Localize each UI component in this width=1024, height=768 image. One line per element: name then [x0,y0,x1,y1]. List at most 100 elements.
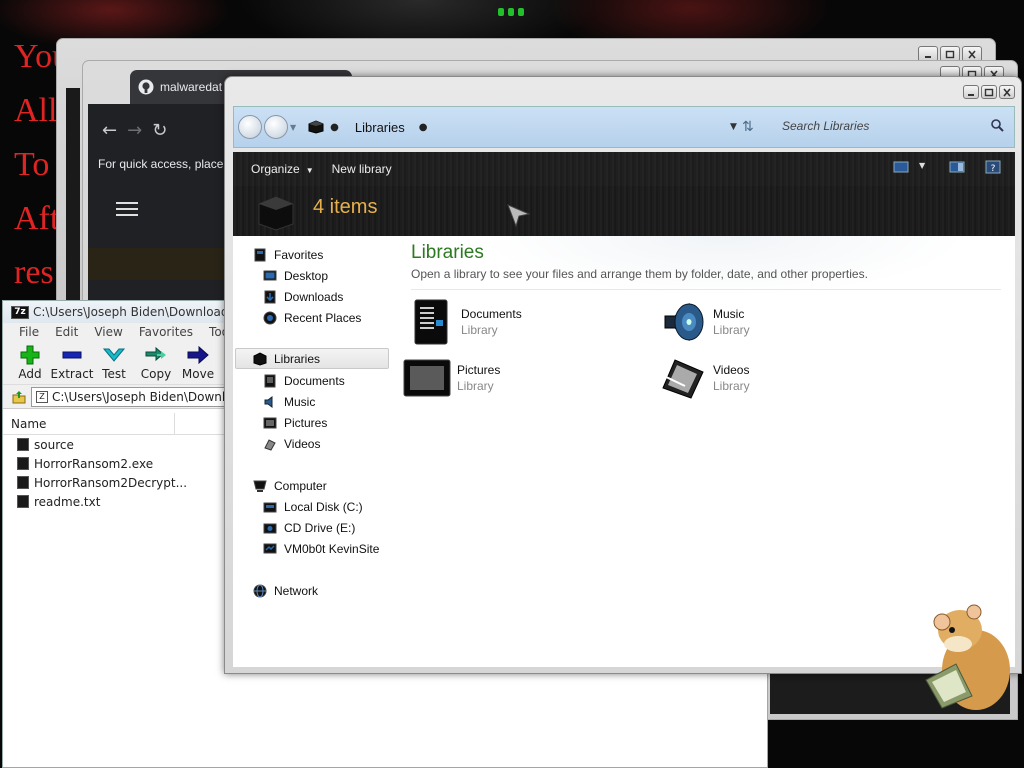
forward-button[interactable] [264,115,288,139]
explorer-body: Favorites Desktop Downloads Recent Place… [233,236,1015,667]
nav-libraries[interactable]: Libraries [235,348,389,369]
menu-file[interactable]: File [11,323,47,341]
svg-text:?: ? [991,164,996,174]
nav-cd-drive[interactable]: CD Drive (E:) [263,517,355,538]
menu-favorites[interactable]: Favorites [131,323,201,341]
network-drive-icon [263,543,277,553]
exe-file-icon [17,476,29,489]
change-view-icon[interactable] [893,160,909,174]
nav-recent-places-label: Recent Places [284,310,362,325]
pictures-frame-icon [403,359,451,397]
archive-icon: Z [36,390,48,403]
copy-button[interactable]: Copy [135,341,177,384]
minimize-button[interactable] [963,85,979,99]
item-count: 4 items [313,196,378,218]
nav-videos[interactable]: Videos [263,433,320,454]
breadcrumb-separator[interactable]: ● [330,122,339,133]
divider [411,289,1001,290]
breadcrumb-separator[interactable]: ● [419,122,428,133]
mouse-pointer-icon [507,204,531,228]
forward-arrow-icon[interactable]: → [127,120,142,141]
close-button[interactable] [999,85,1015,99]
organize-menu-button[interactable]: Organize ▼ [251,162,314,176]
plus-icon [20,345,40,364]
library-tile-documents[interactable]: Documents Library [407,298,522,346]
extract-button[interactable]: Extract [51,341,94,384]
library-tile-music[interactable]: Music Library [659,298,750,346]
libraries-icon [253,351,267,366]
nav-favorites-label: Favorites [274,247,324,262]
move-arrow-icon [187,345,209,364]
navigation-pane: Favorites Desktop Downloads Recent Place… [233,236,395,667]
page-subtitle: Open a library to see your files and arr… [411,267,868,281]
nav-desktop[interactable]: Desktop [263,265,328,286]
nav-downloads[interactable]: Downloads [263,286,343,307]
library-type: Library [461,323,498,337]
nav-local-disk[interactable]: Local Disk (C:) [263,496,363,517]
nav-computer[interactable]: Computer [253,475,327,496]
copy-arrows-icon [145,346,166,361]
browser-nav-bar: ← → ↻ [88,112,224,148]
nav-network-share-label: VM0b0t KevinSite [284,541,380,556]
name-column-header[interactable]: Name [3,413,175,434]
test-button[interactable]: Test [93,341,135,384]
new-library-button[interactable]: New library [332,162,392,176]
library-tile-videos[interactable]: Videos Library [659,354,750,402]
nav-recent-places[interactable]: Recent Places [263,307,361,328]
recent-pages-dropdown-icon[interactable]: ▼ [290,123,296,132]
address-history-dropdown-icon[interactable]: ▼ [730,122,737,132]
desktop-icon [263,270,277,280]
cd-drive-icon [263,523,277,533]
nav-music-label: Music [284,394,316,409]
up-folder-icon[interactable] [11,389,27,405]
nav-network-share[interactable]: VM0b0t KevinSite [263,538,379,559]
7zip-title-text: C:\Users\Joseph Biden\Downloads\H [33,305,248,319]
back-button[interactable] [238,115,262,139]
explorer-command-bar: Organize ▼ New library ▼ ? [233,152,1015,186]
nav-desktop-label: Desktop [284,268,329,283]
computer-icon [253,480,267,492]
nav-local-disk-label: Local Disk (C:) [284,499,363,514]
organize-label: Organize [251,162,300,176]
documents-icon [264,374,276,387]
nav-music[interactable]: Music [263,391,315,412]
move-label: Move [181,366,215,381]
library-name: Videos [713,363,750,377]
hamster-desktop-gadget[interactable] [916,600,1014,716]
library-tile-pictures[interactable]: Pictures Library [403,354,500,402]
refresh-icon[interactable]: ⇅ [742,119,754,135]
reload-icon[interactable]: ↻ [152,120,167,141]
add-label: Add [18,366,42,381]
menu-edit[interactable]: Edit [47,323,86,341]
nav-libraries-label: Libraries [274,351,321,366]
search-placeholder: Search Libraries [782,119,870,133]
nav-network[interactable]: Network [253,580,318,601]
move-button[interactable]: Move [177,341,219,384]
breadcrumb-libraries[interactable]: Libraries [355,120,405,135]
file-name: readme.txt [34,494,101,509]
library-name: Documents [461,307,522,321]
nav-documents[interactable]: Documents [263,370,345,391]
copy-label: Copy [140,366,172,381]
hamburger-menu-icon[interactable] [116,202,138,220]
maximize-button[interactable] [981,85,997,99]
preview-pane-icon[interactable] [949,160,965,174]
browser-banner [88,248,224,280]
search-icon[interactable] [990,118,1004,132]
search-input[interactable]: Search Libraries [780,114,1010,138]
green-eyes-decoration [496,4,526,18]
nav-pictures[interactable]: Pictures [263,412,327,433]
videos-icon [264,438,276,451]
view-options-chevron-icon[interactable]: ▼ [919,161,925,170]
help-icon[interactable]: ? [985,160,1001,174]
folder-icon [17,438,29,451]
back-arrow-icon[interactable]: ← [102,120,117,141]
file-name: HorrorRansom2Decrypt... [34,475,188,490]
explorer-window[interactable]: ▼ ● Libraries ● ▼ ⇅ Search Libraries Org… [224,76,1022,674]
nav-favorites[interactable]: Favorites [253,244,323,265]
add-button[interactable]: Add [9,341,51,384]
menu-view[interactable]: View [86,323,130,341]
library-name: Pictures [457,363,501,377]
github-icon [138,79,154,95]
library-type: Library [457,379,494,393]
